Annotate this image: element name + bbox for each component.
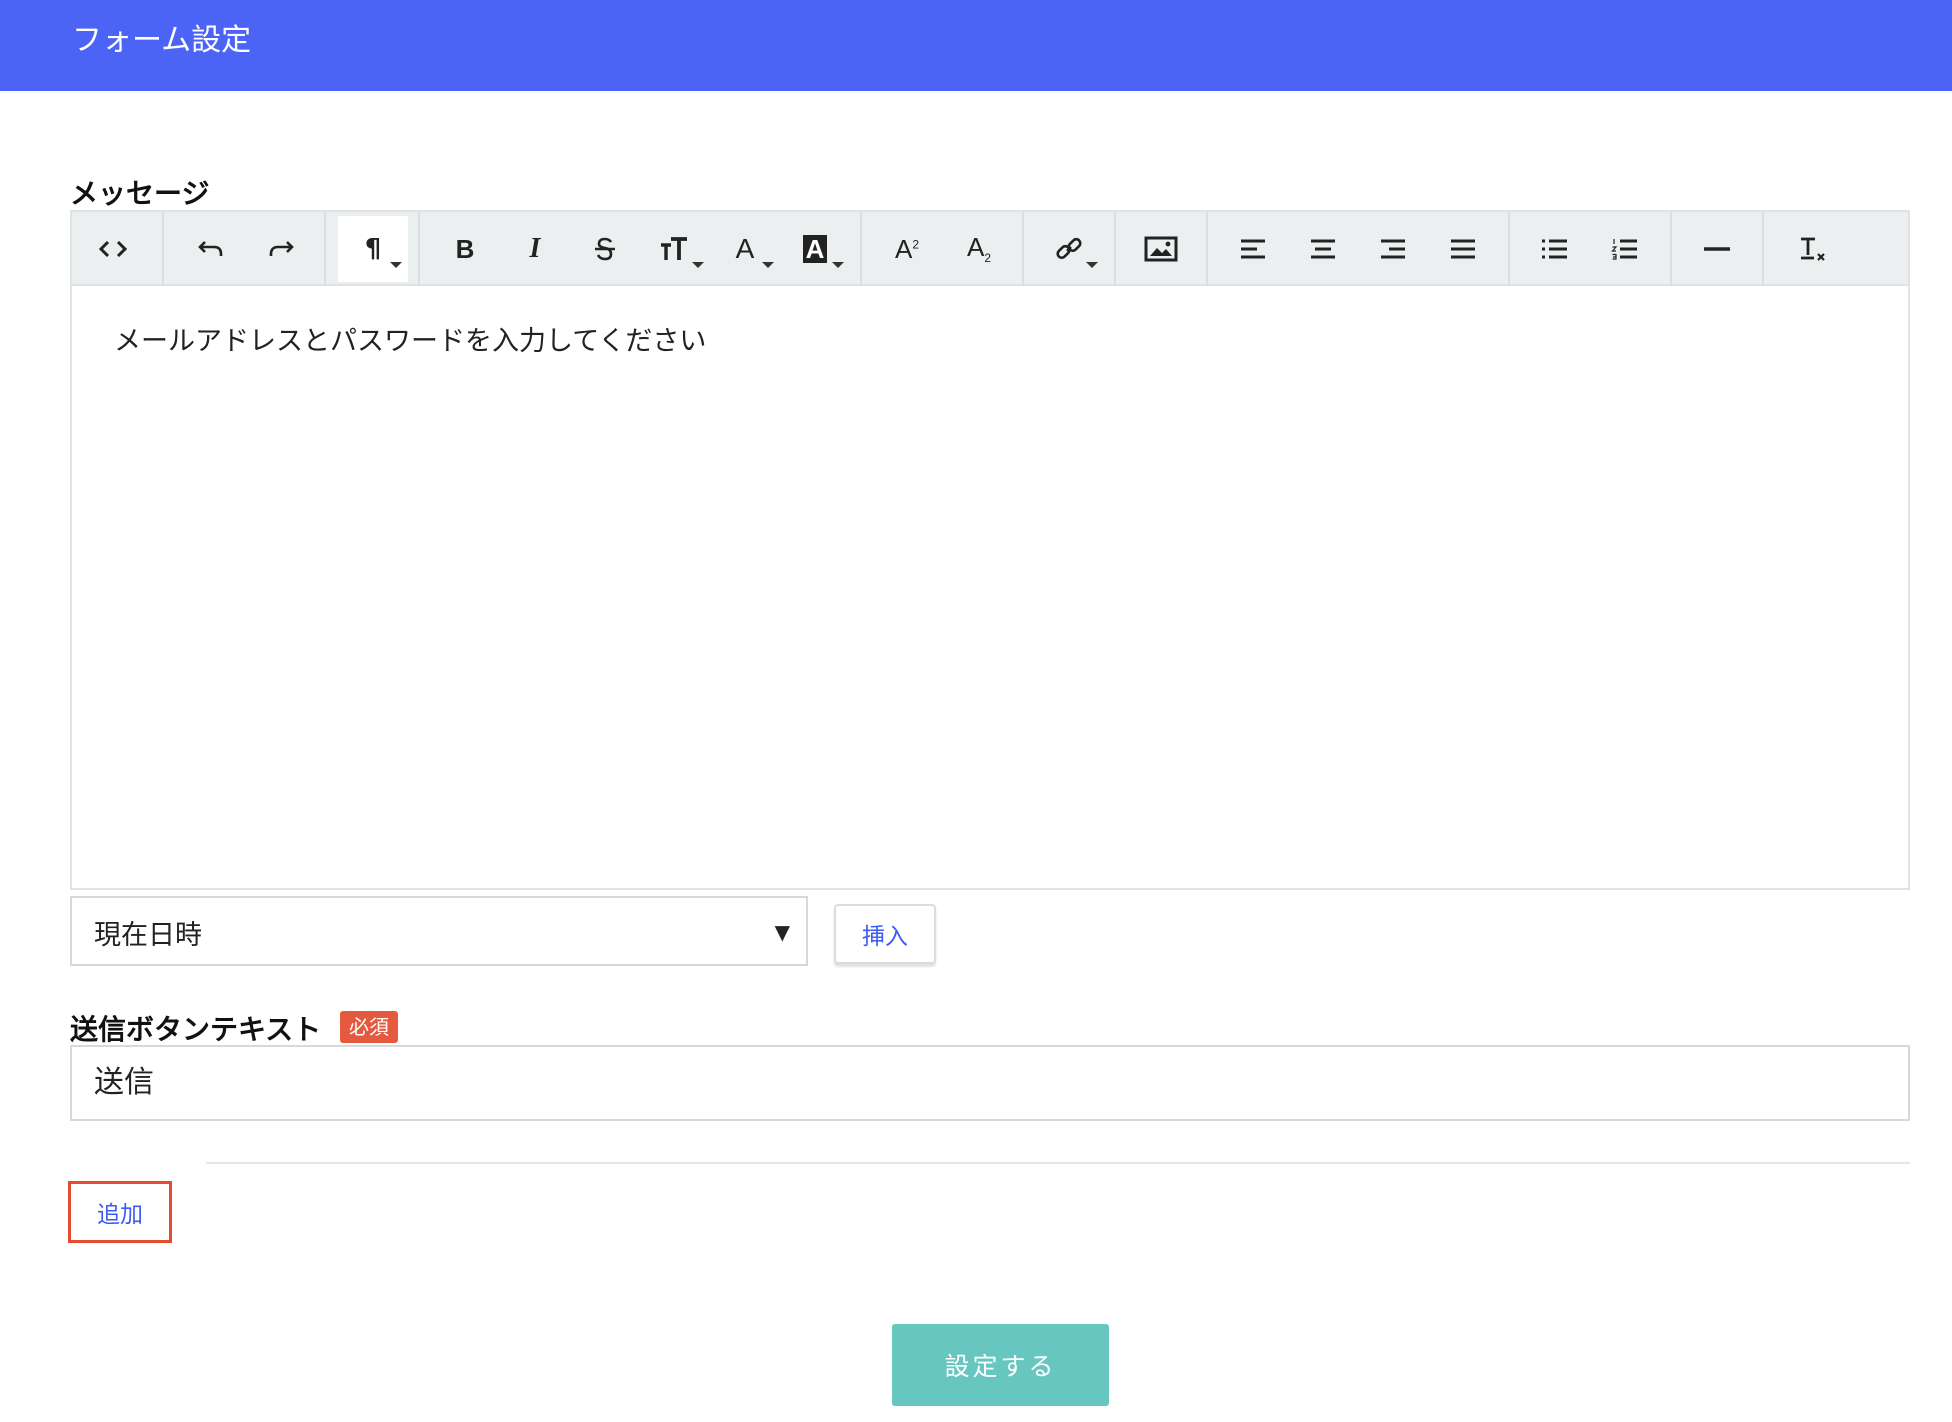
- subscript-icon: A2: [966, 232, 992, 266]
- message-label: メッセージ: [70, 177, 210, 210]
- insert-button[interactable]: 挿入: [834, 904, 936, 964]
- align-right-button[interactable]: [1358, 216, 1428, 282]
- italic-button[interactable]: I: [500, 216, 570, 282]
- toolbar-separator: [418, 212, 420, 286]
- font-size-icon: [661, 237, 687, 260]
- align-right-icon: [1381, 239, 1405, 259]
- chevron-down-icon: [390, 262, 402, 268]
- variable-select-value: 現在日時: [94, 920, 202, 951]
- toolbar-separator: [860, 212, 862, 286]
- chevron-down-icon: ▼: [774, 920, 790, 944]
- chevron-down-icon: [832, 262, 844, 268]
- align-justify-button[interactable]: [1428, 216, 1498, 282]
- strikethrough-button[interactable]: [570, 216, 640, 282]
- highlight-color-icon: A: [802, 235, 828, 263]
- undo-icon[interactable]: [176, 216, 246, 282]
- submit-text-input[interactable]: 送信: [70, 1045, 1910, 1121]
- bold-icon: B: [455, 233, 475, 264]
- italic-icon: I: [529, 233, 541, 264]
- align-center-button[interactable]: [1288, 216, 1358, 282]
- link-icon: [1056, 237, 1082, 260]
- superscript-icon: A2: [894, 233, 920, 264]
- toolbar-separator: [1508, 212, 1510, 286]
- ordered-list-icon: [1611, 239, 1637, 260]
- superscript-button[interactable]: A2: [872, 216, 942, 282]
- horizontal-rule-button[interactable]: [1682, 216, 1752, 282]
- ordered-list-button[interactable]: [1590, 216, 1660, 282]
- variable-select[interactable]: 現在日時 ▼: [70, 896, 808, 966]
- chevron-down-icon: [692, 262, 704, 268]
- chevron-down-icon: [1086, 262, 1098, 268]
- bullet-list-button[interactable]: [1520, 216, 1590, 282]
- clear-format-icon: [1801, 237, 1825, 261]
- bullet-list-icon: [1542, 239, 1567, 259]
- save-settings-button[interactable]: 設定する: [892, 1324, 1109, 1406]
- editor-toolbar: ¶ B I A A A2 A2: [72, 212, 1908, 286]
- redo-icon[interactable]: [246, 216, 316, 282]
- paragraph-format-button[interactable]: ¶: [338, 216, 408, 282]
- toolbar-separator: [1670, 212, 1672, 286]
- toolbar-separator: [1206, 212, 1208, 286]
- toolbar-separator: [1022, 212, 1024, 286]
- header-bar: フォーム設定: [0, 0, 1952, 91]
- font-size-button[interactable]: [640, 216, 710, 282]
- subscript-button[interactable]: A2: [944, 216, 1014, 282]
- add-button[interactable]: 追加: [68, 1181, 172, 1243]
- align-left-button[interactable]: [1218, 216, 1288, 282]
- submit-text-label: 送信ボタンテキスト: [70, 1013, 322, 1046]
- link-button[interactable]: [1034, 216, 1104, 282]
- font-color-icon: A: [735, 233, 755, 264]
- align-left-icon: [1241, 239, 1265, 259]
- toolbar-separator: [1762, 212, 1764, 286]
- subscript-letter: A: [966, 232, 985, 263]
- toolbar-separator: [162, 212, 164, 286]
- editor-content[interactable]: メールアドレスとパスワードを入力してください: [114, 324, 706, 360]
- image-icon: [1144, 236, 1178, 262]
- insert-image-button[interactable]: [1126, 216, 1196, 282]
- paragraph-icon: ¶: [364, 234, 382, 264]
- required-badge: 必須: [340, 1011, 398, 1043]
- strikethrough-icon: [595, 237, 615, 261]
- clear-format-button[interactable]: [1778, 216, 1848, 282]
- page-title: フォーム設定: [72, 23, 252, 58]
- toolbar-separator: [1114, 212, 1116, 286]
- code-view-icon[interactable]: [78, 216, 148, 282]
- highlight-color-button[interactable]: A: [780, 216, 850, 282]
- superscript-letter: A: [894, 233, 913, 264]
- align-justify-icon: [1451, 239, 1475, 259]
- align-center-icon: [1311, 239, 1335, 259]
- divider: [206, 1162, 1910, 1164]
- bold-button[interactable]: B: [430, 216, 500, 282]
- horizontal-rule-icon: [1704, 247, 1730, 251]
- rich-text-editor: ¶ B I A A A2 A2 メールアドレスとパスワードを入力してください: [70, 210, 1910, 890]
- chevron-down-icon: [762, 262, 774, 268]
- toolbar-separator: [324, 212, 326, 286]
- font-color-button[interactable]: A: [710, 216, 780, 282]
